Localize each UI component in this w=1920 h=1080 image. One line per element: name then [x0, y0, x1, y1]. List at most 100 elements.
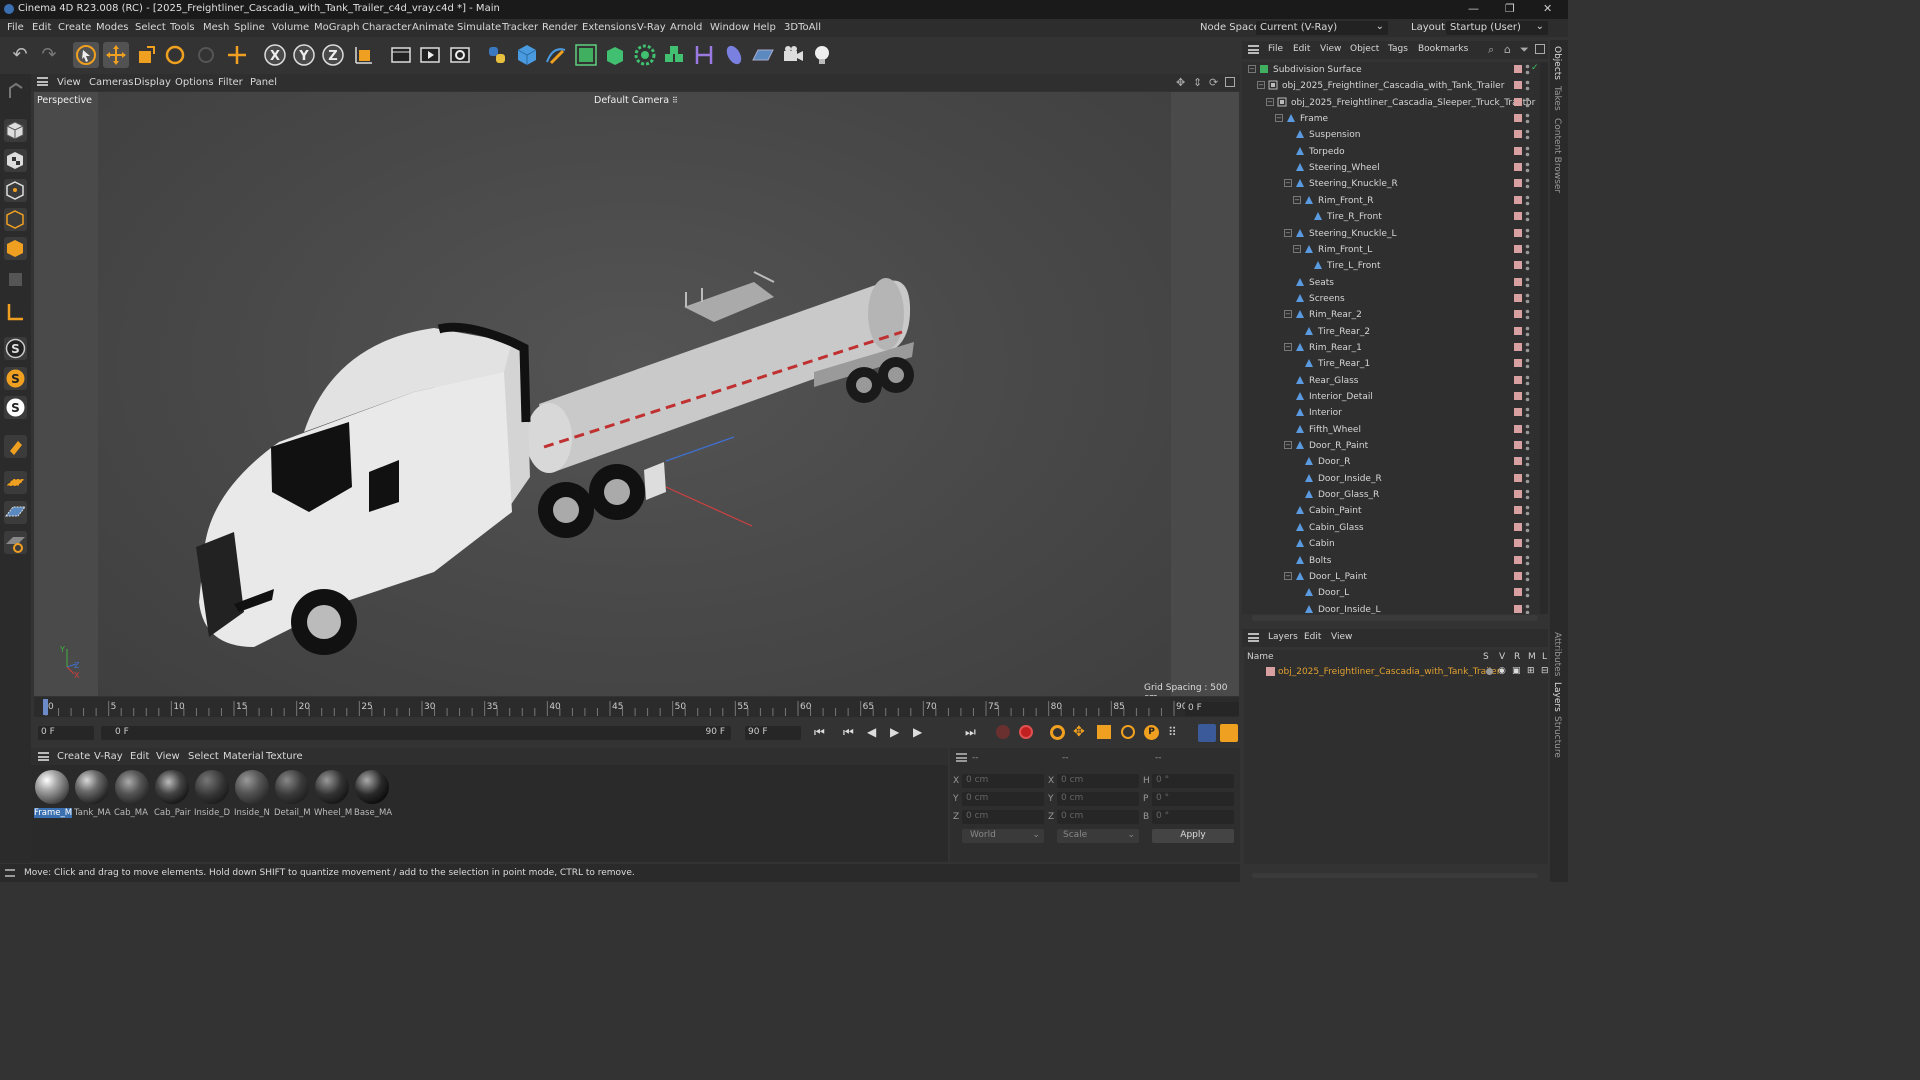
visibility-dots-icon[interactable] — [1525, 80, 1530, 91]
object-tree-row[interactable]: Tire_R_Front — [1242, 209, 1540, 225]
hamburger-icon[interactable] — [1248, 45, 1259, 54]
object-menu-object[interactable]: Object — [1350, 44, 1379, 54]
layer-tag-swatch[interactable] — [1514, 310, 1522, 319]
material-swatch[interactable]: Tank_MA — [74, 770, 111, 820]
visibility-dots-icon[interactable] — [1525, 113, 1530, 124]
object-tree-row[interactable]: − Steering_Knuckle_R — [1242, 176, 1540, 192]
axis-mode-icon[interactable] — [4, 300, 27, 323]
layer-tag-swatch[interactable] — [1514, 490, 1522, 499]
record-keys-icon[interactable] — [996, 725, 1010, 739]
restore-button[interactable]: ❐ — [1505, 2, 1515, 15]
layer-tag-swatch[interactable] — [1514, 146, 1522, 155]
texture-mode-icon[interactable] — [4, 149, 27, 172]
layer-tag-swatch[interactable] — [1514, 555, 1522, 564]
pos-x-field[interactable]: 0 cm — [962, 774, 1044, 788]
dopesheet-icon[interactable] — [1198, 724, 1216, 742]
object-tree-row[interactable]: Cabin — [1242, 536, 1540, 552]
material-swatch[interactable]: Inside_D — [194, 770, 230, 820]
rotate-view-icon[interactable]: ⟳ — [1209, 76, 1218, 89]
tab-structure[interactable]: Structure — [1552, 716, 1562, 758]
material-swatch[interactable]: Frame_M — [34, 770, 72, 820]
layer-tag-swatch[interactable] — [1514, 163, 1522, 172]
visibility-dots-icon[interactable] — [1525, 522, 1530, 533]
visibility-dots-icon[interactable] — [1525, 505, 1530, 516]
collapse-toggle-icon[interactable]: − — [1266, 97, 1274, 106]
field-icon[interactable] — [721, 42, 747, 68]
layer-tag-swatch[interactable] — [1514, 506, 1522, 515]
object-tree-row[interactable]: − Rim_Rear_2 — [1242, 307, 1540, 323]
layer-tag-swatch[interactable] — [1514, 228, 1522, 237]
z-axis-lock-icon[interactable]: Z — [320, 42, 346, 68]
collapse-toggle-icon[interactable]: − — [1284, 179, 1292, 188]
tab-takes[interactable]: Takes — [1552, 86, 1562, 111]
points-mode-icon[interactable] — [4, 179, 27, 202]
collapse-toggle-icon[interactable]: − — [1293, 244, 1301, 253]
previous-key-icon[interactable]: ⏮ — [843, 725, 854, 740]
layer-tag-swatch[interactable] — [1514, 97, 1522, 106]
object-tree-row[interactable]: − Rim_Front_L — [1242, 242, 1540, 258]
menu-render[interactable]: Render — [542, 22, 578, 33]
object-menu-bookmarks[interactable]: Bookmarks — [1418, 44, 1468, 54]
viewport-menu-options[interactable]: Options — [175, 77, 214, 88]
collapse-toggle-icon[interactable]: − — [1284, 310, 1292, 319]
end-frame-field[interactable]: 0 F — [1185, 702, 1239, 716]
material-menu-view[interactable]: View — [156, 751, 180, 762]
material-menu-vray[interactable]: V-Ray — [94, 751, 123, 762]
layer-tag-swatch[interactable] — [1514, 114, 1522, 123]
visibility-dots-icon[interactable] — [1525, 146, 1530, 157]
size-z-field[interactable]: 0 cm — [1057, 810, 1139, 824]
visibility-dots-icon[interactable] — [1525, 178, 1530, 189]
layer-color-swatch[interactable] — [1266, 667, 1275, 676]
object-tree-row[interactable]: Fifth_Wheel — [1242, 422, 1540, 438]
cube-icon[interactable] — [514, 42, 540, 68]
workplane-icon[interactable] — [4, 471, 27, 494]
menu-select[interactable]: Select — [135, 22, 166, 33]
visibility-dots-icon[interactable] — [1525, 309, 1530, 320]
visibility-dots-icon[interactable] — [1525, 342, 1530, 353]
object-tree-row[interactable]: Door_R — [1242, 454, 1540, 470]
coordinate-space-select[interactable]: World ⌄ — [962, 829, 1044, 843]
object-tree-row[interactable]: Tire_Rear_1 — [1242, 356, 1540, 372]
uv-mode-icon[interactable] — [4, 268, 27, 291]
layer-tag-swatch[interactable] — [1514, 195, 1522, 204]
menu-create[interactable]: Create — [58, 22, 91, 33]
key-scale-icon[interactable] — [1097, 725, 1111, 739]
layer-tag-swatch[interactable] — [1514, 392, 1522, 400]
truck-model[interactable]: Y Z X — [34, 92, 1239, 696]
key-settings-icon[interactable] — [1050, 725, 1065, 740]
visibility-dots-icon[interactable] — [1525, 473, 1530, 484]
visibility-dots-icon[interactable] — [1525, 407, 1530, 418]
hamburger-icon[interactable] — [5, 869, 15, 877]
size-mode-select[interactable]: Scale ⌄ — [1057, 829, 1139, 843]
material-menu-select[interactable]: Select — [188, 751, 219, 762]
layer-tag-swatch[interactable] — [1514, 179, 1522, 188]
menu-character[interactable]: Character — [362, 22, 411, 33]
visibility-dots-icon[interactable] — [1525, 424, 1530, 435]
x-axis-lock-icon[interactable]: X — [262, 42, 288, 68]
layer-tag-swatch[interactable] — [1514, 359, 1522, 368]
python-icon[interactable] — [484, 42, 510, 68]
filter-icon[interactable]: ⏷ — [1520, 43, 1529, 57]
layer-menu-edit[interactable]: Edit — [1304, 632, 1321, 642]
layer-hscrollbar[interactable] — [1252, 873, 1538, 878]
3d-viewport[interactable]: Perspective Default Camera ⠿ Y Z X Grid … — [34, 92, 1239, 696]
object-menu-tags[interactable]: Tags — [1388, 44, 1408, 54]
hamburger-icon[interactable] — [1248, 633, 1259, 642]
light-icon[interactable] — [809, 42, 835, 68]
collapse-toggle-icon[interactable]: − — [1248, 65, 1256, 73]
object-tree-row[interactable]: Door_Inside_L — [1242, 602, 1540, 614]
pos-z-field[interactable]: 0 cm — [962, 810, 1044, 824]
redo-icon[interactable]: ↷ — [36, 42, 62, 68]
apply-button[interactable]: Apply — [1152, 829, 1234, 843]
visibility-dots-icon[interactable] — [1525, 489, 1530, 500]
collapse-toggle-icon[interactable]: − — [1257, 81, 1265, 90]
snap-settings-icon[interactable]: S — [4, 367, 27, 390]
layer-tag-swatch[interactable] — [1514, 457, 1522, 466]
cloner-icon[interactable] — [632, 42, 658, 68]
size-y-field[interactable]: 0 cm — [1057, 792, 1139, 806]
menu-arnold[interactable]: Arnold — [670, 22, 702, 33]
object-menu-view[interactable]: View — [1320, 44, 1341, 54]
coordinate-system-icon[interactable] — [351, 42, 377, 68]
object-tree-row[interactable]: Rear_Glass — [1242, 373, 1540, 389]
home-icon[interactable]: ⌂ — [1504, 43, 1511, 56]
